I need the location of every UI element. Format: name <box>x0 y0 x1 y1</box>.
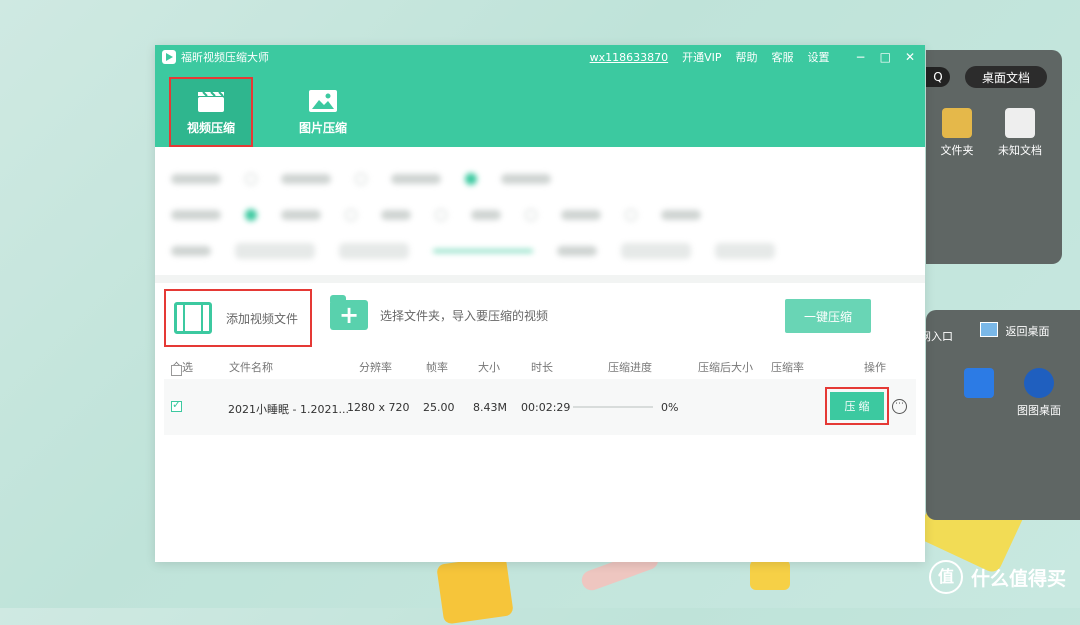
add-video-file-label: 添加视频文件 <box>226 311 299 326</box>
row-size: 8.43M <box>473 401 507 414</box>
row-file-name: 2021小睡眠 - 1.2021... <box>228 403 349 416</box>
maximize-icon[interactable]: □ <box>880 50 891 64</box>
app-logo-icon <box>162 50 176 64</box>
file-table-header: 全选 文件名称 分辨率 帧率 大小 时长 压缩进度 压缩后大小 压缩率 操作 <box>155 353 925 379</box>
desktop-decoration <box>436 555 514 625</box>
minimize-icon[interactable]: − <box>856 50 866 64</box>
more-options-icon[interactable]: ⋯ <box>892 399 907 414</box>
support-button[interactable]: 客服 <box>772 49 794 65</box>
import-folder-button[interactable]: + 选择文件夹，导入要压缩的视频 <box>330 293 548 337</box>
section-divider <box>155 275 925 283</box>
clapperboard-icon <box>198 90 224 112</box>
watermark: 值 什么值得买 <box>928 560 1066 594</box>
tab-video-compress[interactable]: 视频压缩 <box>169 77 253 147</box>
desktop-search-icon[interactable]: Q <box>926 67 950 87</box>
settings-button[interactable]: 设置 <box>808 49 830 65</box>
help-button[interactable]: 帮助 <box>736 49 758 65</box>
row-duration: 00:02:29 <box>521 401 571 414</box>
compress-button[interactable]: 压 缩 <box>830 392 884 420</box>
desktop-unknown-doc-icon[interactable]: 未知文档 <box>990 108 1050 158</box>
column-header-name: 文件名称 <box>229 361 273 374</box>
compress-button-highlight: 压 缩 <box>825 387 889 425</box>
desktop-icon-label: 图图桌面 <box>1017 404 1061 417</box>
tab-label: 图片压缩 <box>298 120 347 135</box>
user-id-link[interactable]: wx118633870 <box>590 51 669 64</box>
table-row: 2021小睡眠 - 1.2021... 1280 x 720 25.00 8.4… <box>164 379 916 435</box>
add-video-file-button[interactable]: 添加视频文件 <box>164 289 312 347</box>
column-header-resolution: 分辨率 <box>359 361 392 374</box>
row-checkbox[interactable] <box>171 398 182 412</box>
column-header-fps: 帧率 <box>426 361 448 374</box>
folder-add-icon: + <box>330 295 368 330</box>
desktop-icon-label: 文件夹 <box>940 144 974 157</box>
row-resolution: 1280 x 720 <box>347 401 410 414</box>
desktop-docs-button[interactable]: 桌面文档 <box>965 66 1047 88</box>
mode-tabs: 视频压缩 图片压缩 <box>155 69 925 147</box>
row-fps: 25.00 <box>423 401 455 414</box>
add-toolbar: 添加视频文件 + 选择文件夹，导入要压缩的视频 一键压缩 <box>155 283 925 349</box>
film-icon <box>174 302 212 334</box>
image-icon <box>309 89 337 112</box>
title-bar: 福昕视频压缩大师 wx118633870 开通VIP 帮助 客服 设置 − □ … <box>155 45 925 69</box>
desktop-folder-icon[interactable]: 文件夹 <box>927 108 987 158</box>
column-header-ratio: 压缩率 <box>771 361 804 374</box>
compression-settings-blurred <box>155 147 925 275</box>
close-icon[interactable]: ✕ <box>905 50 915 64</box>
select-all-checkbox[interactable]: 全选 <box>171 359 193 376</box>
tab-label: 视频压缩 <box>186 120 235 135</box>
tab-image-compress[interactable]: 图片压缩 <box>281 77 365 147</box>
row-progress-bar <box>573 406 653 408</box>
one-key-compress-button[interactable]: 一键压缩 <box>785 299 871 333</box>
desktop-icon-label: 返回桌面 <box>1005 325 1050 338</box>
desktop-decoration <box>750 560 790 590</box>
desktop-partial-label: 网入口 <box>920 330 953 343</box>
watermark-text: 什么值得买 <box>970 567 1066 590</box>
column-header-progress: 压缩进度 <box>608 361 652 374</box>
app-title: 福昕视频压缩大师 <box>181 51 269 64</box>
column-header-actions: 操作 <box>864 361 886 374</box>
import-folder-label: 选择文件夹，导入要压缩的视频 <box>380 308 549 323</box>
watermark-logo-icon: 值 <box>928 560 963 594</box>
app-window: 福昕视频压缩大师 wx118633870 开通VIP 帮助 客服 设置 − □ … <box>155 45 925 562</box>
row-progress-text: 0% <box>661 401 679 414</box>
column-header-after-size: 压缩后大小 <box>698 361 753 374</box>
desktop-return-icon[interactable]: 返回桌面 <box>980 322 1060 339</box>
vip-button[interactable]: 开通VIP <box>682 49 721 65</box>
column-header-duration: 时长 <box>531 361 553 374</box>
checkbox-icon <box>171 365 182 376</box>
desktop-tutu-icon[interactable]: 图图桌面 <box>1009 368 1069 418</box>
column-header-size: 大小 <box>478 361 500 374</box>
desktop-icon-label: 未知文档 <box>998 144 1042 157</box>
desktop-app-icon[interactable] <box>949 368 1009 402</box>
